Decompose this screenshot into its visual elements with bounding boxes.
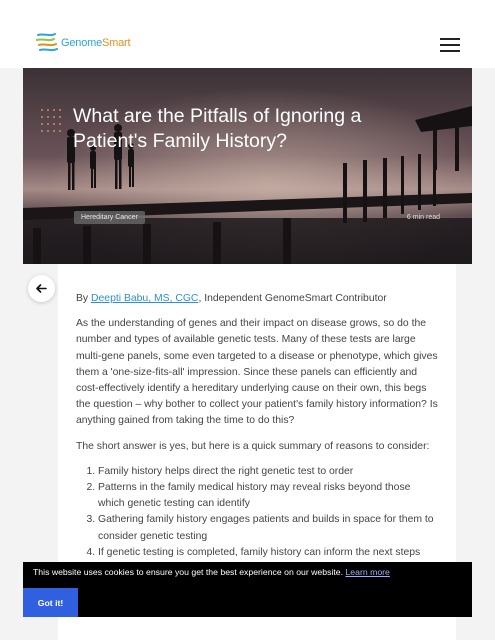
byline-prefix: By	[76, 293, 92, 304]
cookie-banner: This website uses cookies to ensure you …	[23, 562, 472, 617]
list-item: Gathering family history engages patient…	[98, 512, 438, 544]
byline: By Deepti Babu, MS, CGC, Independent Gen…	[76, 291, 438, 307]
category-tag[interactable]: Hereditary Cancer	[74, 211, 145, 224]
back-button[interactable]	[28, 275, 55, 302]
article-body: By Deepti Babu, MS, CGC, Independent Gen…	[76, 291, 438, 561]
logo-word-smart: Smart	[102, 37, 131, 49]
paragraph-summary: The short answer is yes, but here is a q…	[76, 440, 430, 452]
cookie-message-text: This website uses cookies to ensure you …	[33, 567, 344, 577]
paragraph-intro: As the understanding of genes and their …	[76, 318, 438, 427]
got-it-button[interactable]: Got it!	[23, 588, 78, 617]
article-title: What are the Pitfalls of Ignoring a Pati…	[73, 105, 362, 152]
list-item: Patterns in the family medical history m…	[98, 480, 438, 512]
list-item: If genetic testing is completed, family …	[98, 545, 438, 561]
logo-word-genome: Genome	[61, 37, 102, 49]
list-item: Family history helps direct the right ge…	[98, 464, 438, 480]
logo-wordmark: GenomeSmart	[61, 37, 131, 49]
site-header: GenomeSmart	[0, 0, 495, 68]
read-time: 6 min read	[406, 214, 440, 221]
decorative-dots	[41, 109, 61, 132]
author-link[interactable]: Deepti Babu, MS, CGC	[91, 293, 198, 304]
dna-strands-icon	[36, 33, 58, 52]
genomesmart-logo[interactable]: GenomeSmart	[36, 31, 131, 55]
reasons-list: Family history helps direct the right ge…	[76, 464, 438, 561]
arrow-left-icon	[36, 284, 47, 293]
cookie-message: This website uses cookies to ensure you …	[33, 567, 390, 577]
byline-suffix: , Independent GenomeSmart Contributor	[198, 293, 387, 304]
learn-more-link[interactable]: Learn more	[345, 567, 389, 577]
hero-banner: What are the Pitfalls of Ignoring a Pati…	[23, 68, 472, 264]
hamburger-menu-icon[interactable]	[440, 38, 460, 52]
beach-pier-sunset-image	[23, 68, 472, 264]
